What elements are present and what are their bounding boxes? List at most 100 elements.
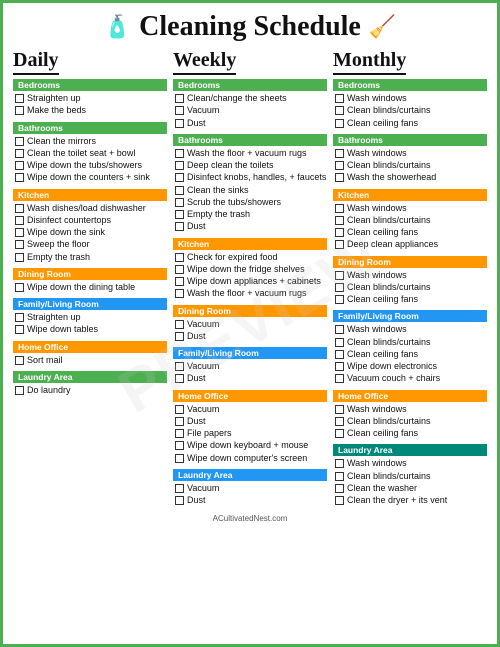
checkbox[interactable] (335, 149, 344, 158)
checkbox[interactable] (335, 325, 344, 334)
checkbox[interactable] (175, 173, 184, 182)
checkbox[interactable] (175, 161, 184, 170)
item-text: Wipe down the fridge shelves (187, 264, 305, 275)
checkbox[interactable] (335, 484, 344, 493)
item-text: Straighten up (27, 93, 81, 104)
checkbox[interactable] (335, 283, 344, 292)
checkbox[interactable] (335, 417, 344, 426)
checkbox[interactable] (335, 429, 344, 438)
list-item: Dust (175, 416, 327, 427)
item-text: Clean blinds/curtains (347, 160, 431, 171)
checkbox[interactable] (175, 289, 184, 298)
checkbox[interactable] (15, 240, 24, 249)
checkbox[interactable] (335, 228, 344, 237)
checkbox[interactable] (15, 137, 24, 146)
checklist: Wash windowsClean blinds/curtainsClean c… (333, 324, 487, 384)
checkbox[interactable] (175, 454, 184, 463)
checkbox[interactable] (175, 405, 184, 414)
checkbox[interactable] (15, 149, 24, 158)
list-item: Check for expired food (175, 252, 327, 263)
section-label: Bathrooms (173, 134, 327, 146)
checkbox[interactable] (175, 265, 184, 274)
checkbox[interactable] (335, 338, 344, 347)
checkbox[interactable] (335, 119, 344, 128)
checkbox[interactable] (335, 106, 344, 115)
list-item: Sort mail (15, 355, 167, 366)
checkbox[interactable] (15, 283, 24, 292)
checkbox[interactable] (175, 277, 184, 286)
list-item: Wash windows (335, 93, 487, 104)
checkbox[interactable] (15, 173, 24, 182)
checkbox[interactable] (175, 484, 184, 493)
checkbox[interactable] (175, 106, 184, 115)
weekly-sections: BedroomsClean/change the sheetsVacuumDus… (173, 79, 327, 506)
list-item: Clean the sinks (175, 185, 327, 196)
checkbox[interactable] (335, 240, 344, 249)
list-item: Wash windows (335, 404, 487, 415)
checkbox[interactable] (15, 204, 24, 213)
checkbox[interactable] (335, 204, 344, 213)
checkbox[interactable] (335, 94, 344, 103)
section-label: Kitchen (13, 189, 167, 201)
checkbox[interactable] (335, 350, 344, 359)
item-text: Vacuum couch + chairs (347, 373, 440, 384)
checkbox[interactable] (335, 173, 344, 182)
checkbox[interactable] (335, 216, 344, 225)
checkbox[interactable] (15, 356, 24, 365)
checkbox[interactable] (335, 374, 344, 383)
checkbox[interactable] (175, 441, 184, 450)
checkbox[interactable] (175, 496, 184, 505)
checkbox[interactable] (335, 459, 344, 468)
checkbox[interactable] (335, 161, 344, 170)
checkbox[interactable] (175, 222, 184, 231)
checkbox[interactable] (15, 94, 24, 103)
item-text: Disinfect knobs, handles, + faucets (187, 172, 326, 183)
checkbox[interactable] (335, 405, 344, 414)
section-label: Dining Room (13, 268, 167, 280)
list-item: Clean ceiling fans (335, 118, 487, 129)
checkbox[interactable] (175, 149, 184, 158)
item-text: Wipe down tables (27, 324, 98, 335)
checkbox[interactable] (335, 496, 344, 505)
list-item: Clean ceiling fans (335, 349, 487, 360)
list-item: Vacuum (175, 483, 327, 494)
list-item: Clean ceiling fans (335, 227, 487, 238)
checkbox[interactable] (15, 325, 24, 334)
checkbox[interactable] (335, 295, 344, 304)
checkbox[interactable] (175, 429, 184, 438)
checkbox[interactable] (175, 210, 184, 219)
checkbox[interactable] (175, 332, 184, 341)
checkbox[interactable] (175, 253, 184, 262)
checklist: Wash windowsClean blinds/curtainsClean t… (333, 458, 487, 506)
list-item: Sweep the floor (15, 239, 167, 250)
item-text: Dust (187, 495, 206, 506)
checkbox[interactable] (175, 94, 184, 103)
checkbox[interactable] (15, 253, 24, 262)
checkbox[interactable] (175, 119, 184, 128)
list-item: Clean blinds/curtains (335, 471, 487, 482)
checkbox[interactable] (175, 198, 184, 207)
checkbox[interactable] (335, 271, 344, 280)
checkbox[interactable] (15, 216, 24, 225)
checkbox[interactable] (175, 186, 184, 195)
checkbox[interactable] (15, 313, 24, 322)
checkbox[interactable] (335, 362, 344, 371)
checkbox[interactable] (15, 161, 24, 170)
checkbox[interactable] (175, 320, 184, 329)
item-text: Deep clean the toilets (187, 160, 274, 171)
checkbox[interactable] (175, 362, 184, 371)
list-item: Dust (175, 373, 327, 384)
list-item: Wipe down the fridge shelves (175, 264, 327, 275)
checklist: Wipe down the dining table (13, 282, 167, 293)
checkbox[interactable] (15, 386, 24, 395)
checkbox[interactable] (175, 374, 184, 383)
list-item: Clean the washer (335, 483, 487, 494)
checkbox[interactable] (15, 228, 24, 237)
checkbox[interactable] (15, 106, 24, 115)
checklist: Clean the mirrorsClean the toilet seat +… (13, 136, 167, 184)
checkbox[interactable] (335, 472, 344, 481)
list-item: Clean/change the sheets (175, 93, 327, 104)
item-text: Clean/change the sheets (187, 93, 287, 104)
checkbox[interactable] (175, 417, 184, 426)
list-item: Disinfect knobs, handles, + faucets (175, 172, 327, 183)
